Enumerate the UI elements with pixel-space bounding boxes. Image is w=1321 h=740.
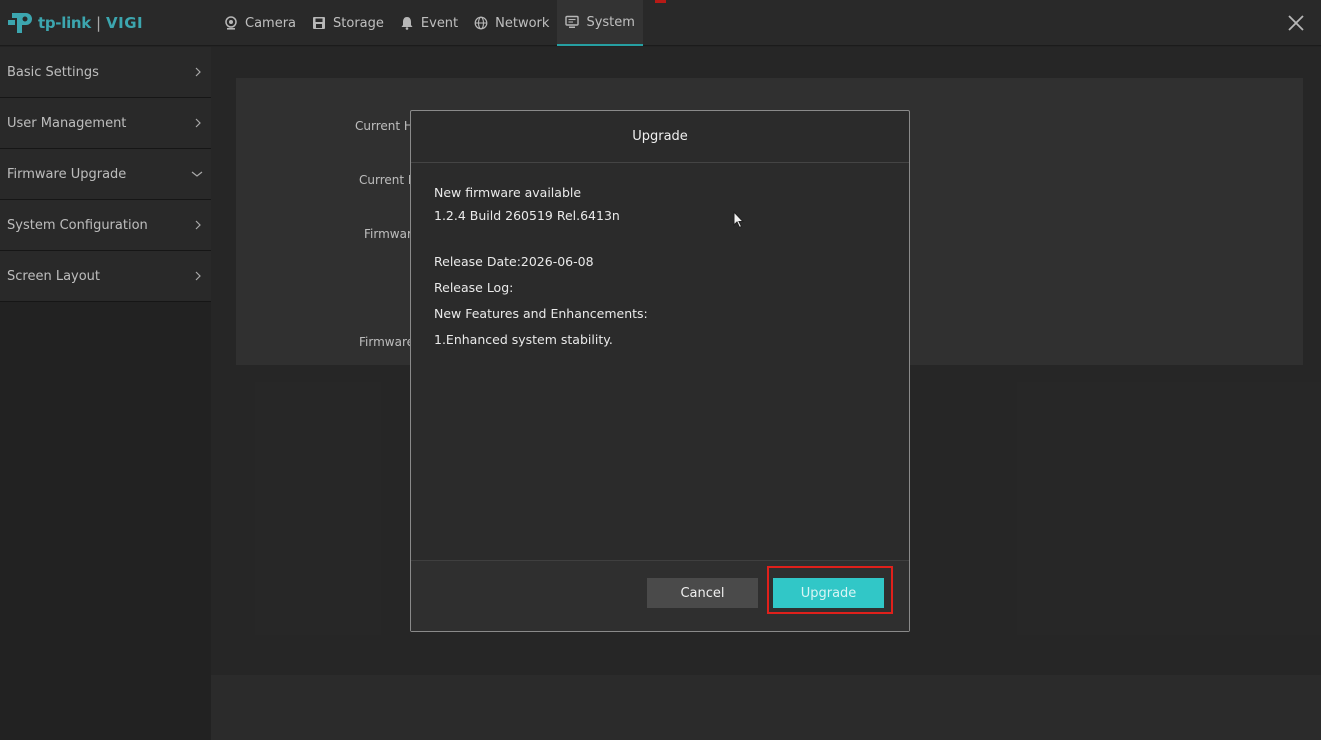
upgrade-dialog: Upgrade New firmware available 1.2.4 Bui…: [410, 110, 910, 632]
mouse-cursor-icon: [733, 211, 745, 229]
release-log-text: Release Log:: [434, 280, 514, 295]
new-firmware-text: New firmware available: [434, 185, 582, 200]
dialog-title: Upgrade: [411, 111, 909, 163]
release-date-text: Release Date:2026-06-08: [434, 254, 594, 269]
cancel-button[interactable]: Cancel: [647, 578, 758, 608]
feature-item-text: 1.Enhanced system stability.: [434, 332, 613, 347]
upgrade-button[interactable]: Upgrade: [773, 578, 884, 608]
features-heading-text: New Features and Enhancements:: [434, 306, 648, 321]
firmware-version-text: 1.2.4 Build 260519 Rel.6413n: [434, 208, 620, 223]
